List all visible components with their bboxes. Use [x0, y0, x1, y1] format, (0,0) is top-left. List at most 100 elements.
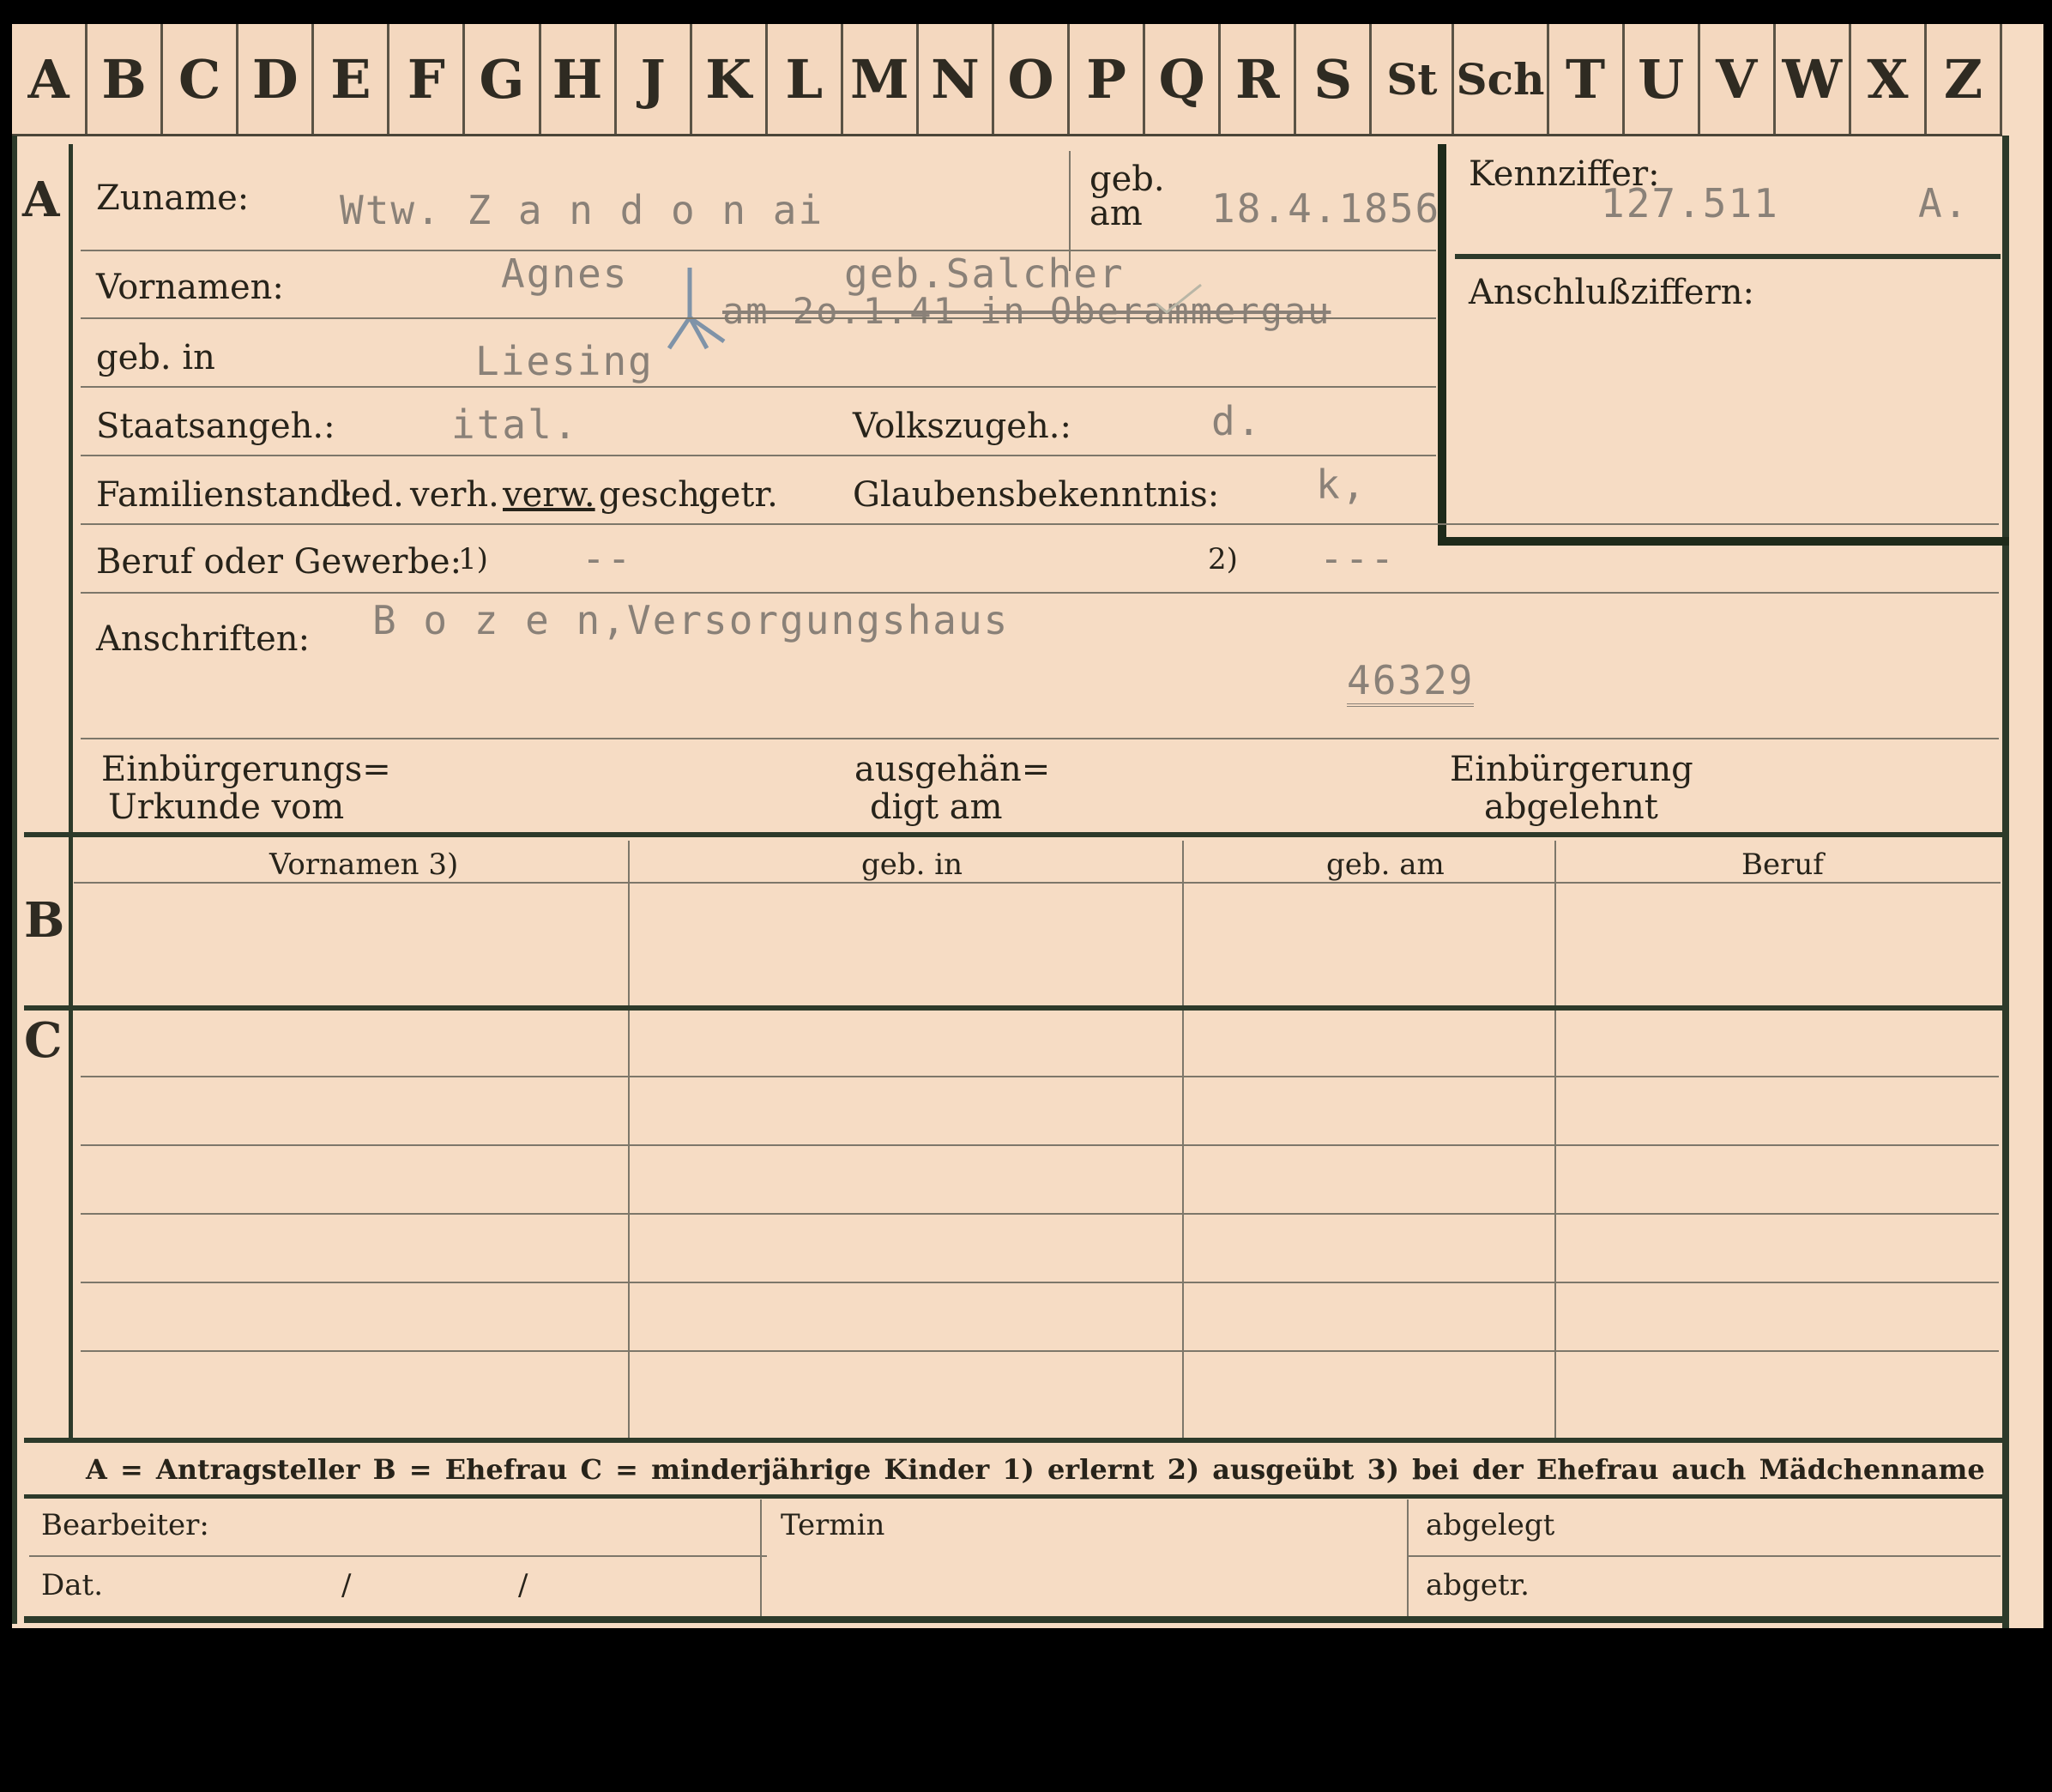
section-c-left-rule [69, 1011, 73, 1439]
tab-letter-w[interactable]: W [1776, 24, 1851, 134]
beruf-footnote-1: 1) [458, 542, 488, 576]
geb-in-value: Liesing [475, 338, 654, 384]
tab-letter-n[interactable]: N [919, 24, 994, 134]
tab-letter-t[interactable]: T [1549, 24, 1625, 134]
row-rule [81, 250, 1436, 251]
geb-am-value: 18.4.1856 [1211, 185, 1441, 232]
tab-letter-e[interactable]: E [314, 24, 390, 134]
familienstand-option-getr: getr. [698, 475, 778, 515]
beruf-footnote-2: 2) [1208, 542, 1238, 576]
tab-letter-s[interactable]: S [1296, 24, 1373, 134]
anschluss-label: Anschlußziffern: [1469, 273, 1754, 312]
section-b-col-geb-am: geb. am [1326, 848, 1445, 882]
familienstand-option-gesch: gesch. [599, 475, 711, 515]
section-b-col-vornamen: Vornamen 3) [269, 848, 459, 882]
beruf-label: Beruf oder Gewerbe: [96, 542, 462, 582]
dat-label: Dat. [41, 1568, 104, 1602]
row-rule [81, 738, 1999, 739]
tab-letter-u[interactable]: U [1625, 24, 1700, 134]
check-mark-icon [1153, 281, 1204, 319]
tab-letter-g[interactable]: G [465, 24, 541, 134]
vornamen-label: Vornamen: [96, 268, 284, 307]
col-divider [628, 1016, 630, 1438]
row-rule [81, 523, 1999, 525]
footer-divider [1407, 1499, 1409, 1620]
tab-letter-v[interactable]: V [1700, 24, 1776, 134]
section-b-left-rule [69, 837, 73, 1026]
glauben-label: Glaubensbekenntnis: [853, 475, 1220, 515]
section-c-row-rule [81, 1213, 1999, 1215]
file-number: 46329 [1347, 657, 1475, 707]
col-divider [1182, 1016, 1184, 1438]
glauben-value: k, [1316, 462, 1367, 508]
tab-letter-x[interactable]: X [1851, 24, 1927, 134]
familienstand-option-led: led. [340, 475, 404, 515]
tab-letter-a[interactable]: A [12, 24, 88, 134]
tab-letter-c[interactable]: C [163, 24, 239, 134]
urkunde-label-2: Urkunde vom [108, 787, 345, 827]
legend-top-rule [24, 1438, 2002, 1443]
row-rule [81, 386, 1436, 388]
dat-slash-1: / [341, 1568, 352, 1602]
tab-letter-q[interactable]: Q [1145, 24, 1222, 134]
section-b-marker: B [24, 892, 65, 949]
abgelehnt-label-1: Einbürgerung [1450, 750, 1693, 789]
tab-letter-z[interactable]: Z [1927, 24, 2002, 134]
tab-letter-l[interactable]: L [768, 24, 843, 134]
anschriften-label: Anschriften: [96, 619, 311, 659]
legend-text: A = Antragsteller B = Ehefrau C = minder… [86, 1453, 1985, 1486]
tab-letter-r[interactable]: R [1221, 24, 1297, 134]
bearbeiter-label: Bearbeiter: [41, 1508, 209, 1542]
volk-value: d. [1211, 398, 1263, 444]
row-rule [81, 455, 1436, 456]
alphabet-tab-strip: A B C D E F G H J K L M N O P Q R S St Sch T U V W X Z [12, 24, 2002, 136]
section-b-col-beruf: Beruf [1741, 848, 1824, 882]
volk-label: Volkszugeh.: [853, 407, 1071, 446]
staat-value: ital. [451, 401, 579, 448]
termin-label: Termin [781, 1508, 885, 1542]
section-c-row-rule [81, 1282, 1999, 1283]
tab-letter-b[interactable]: B [88, 24, 164, 134]
tab-letter-j[interactable]: J [617, 24, 692, 134]
anschriften-value: B o z e n,Versorgungshaus [372, 597, 1010, 643]
tab-letter-st[interactable]: St [1372, 24, 1455, 134]
index-card: A B C D E F G H J K L M N O P Q R S St Sch T U V W X Z A Zuname: … [12, 24, 2043, 1628]
section-a-left-rule [69, 144, 73, 839]
familienstand-option-verh: verh. [410, 475, 499, 515]
familienstand-label: Familienstand: [96, 475, 353, 515]
tab-letter-h[interactable]: H [541, 24, 617, 134]
geb-am-label-2: am [1089, 194, 1143, 233]
familienstand-option-verw: verw. [503, 475, 595, 515]
section-b-top-rule [24, 832, 2002, 837]
abgelehnt-label-2: abgelehnt [1484, 787, 1658, 827]
ausgehaendigt-label-1: ausgehän= [854, 750, 1051, 789]
tab-letter-f[interactable]: F [389, 24, 466, 134]
staat-label: Staatsangeh.: [96, 407, 335, 446]
col-divider [1554, 841, 1556, 1029]
section-b-col-geb-in: geb. in [861, 848, 963, 882]
tab-letter-o[interactable]: O [994, 24, 1071, 134]
tab-letter-p[interactable]: P [1070, 24, 1146, 134]
kennziffer-value: 127.511 [1601, 180, 1779, 226]
footer-divider [760, 1499, 762, 1620]
dat-slash-2: / [518, 1568, 528, 1602]
section-a-marker: A [22, 172, 60, 228]
tab-letter-d[interactable]: D [238, 24, 315, 134]
handwritten-mark-icon [664, 266, 733, 355]
geb-in-label: geb. in [96, 338, 215, 377]
kennziffer-divider [1455, 254, 2001, 259]
section-c-marker: C [24, 1012, 63, 1069]
tab-letter-sch[interactable]: Sch [1454, 24, 1549, 134]
tab-letter-m[interactable]: M [843, 24, 919, 134]
section-b-header-rule [74, 882, 2001, 884]
row-rule [81, 317, 1436, 319]
urkunde-label-1: Einbürgerungs= [101, 750, 391, 789]
vornamen-value: Agnes [501, 250, 629, 297]
left-frame-rule [12, 136, 17, 1624]
col-divider [1182, 841, 1184, 1029]
zuname-value: Wtw. Z a n d o n ai [340, 187, 824, 233]
section-c-row-rule [81, 1076, 1999, 1077]
ausgehaendigt-label-2: digt am [870, 787, 1003, 827]
abgetr-label: abgetr. [1426, 1568, 1530, 1602]
tab-letter-k[interactable]: K [692, 24, 768, 134]
